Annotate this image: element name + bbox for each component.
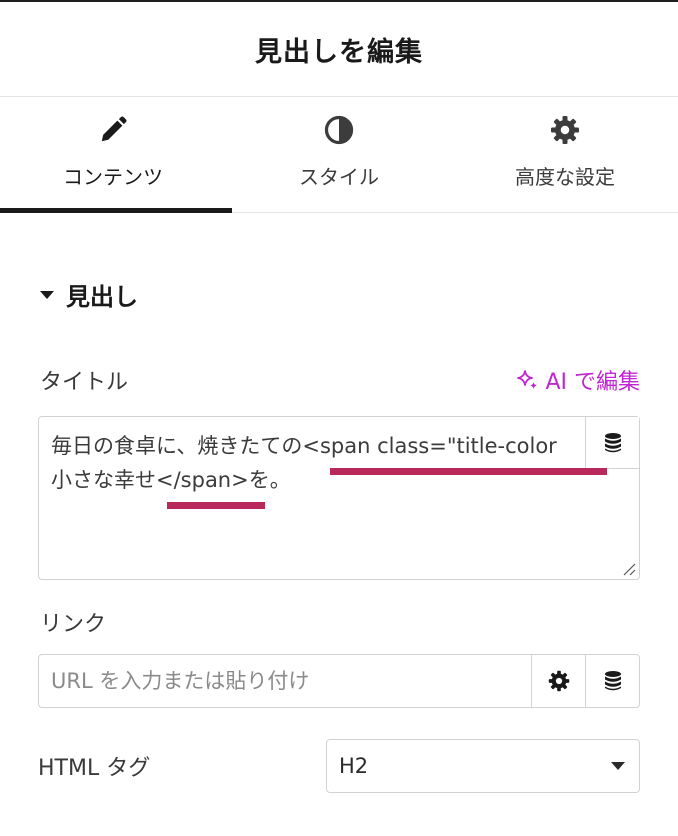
highlight-underline-span-close — [167, 502, 265, 509]
ai-edit-button[interactable]: AI で編集 — [515, 364, 640, 396]
caret-down-icon — [40, 291, 54, 299]
panel-header: 見出しを編集 — [0, 2, 678, 97]
html-tag-value: H2 — [339, 754, 369, 778]
link-field-label: リンク — [40, 612, 107, 637]
dynamic-tags-button[interactable] — [585, 417, 639, 469]
tab-bar: コンテンツ スタイル 高度な設定 — [0, 97, 678, 213]
tab-content[interactable]: コンテンツ — [0, 97, 232, 213]
title-text-line-1: 毎日の食卓に、焼きたての<span class="title-color — [51, 434, 557, 458]
database-icon — [604, 432, 621, 452]
link-dynamic-tags-button[interactable] — [585, 655, 639, 707]
page-title: 見出しを編集 — [255, 36, 423, 68]
html-tag-label: HTML タグ — [38, 756, 151, 781]
ai-edit-label: AI で編集 — [545, 370, 640, 395]
title-text-line-2: 小さな幸せ</span>を。 — [51, 468, 291, 492]
highlight-underline-span-open — [330, 468, 607, 475]
pencil-icon — [101, 116, 127, 142]
section-toggle-heading[interactable]: 見出し — [40, 278, 138, 311]
tab-advanced-label: 高度な設定 — [515, 165, 615, 189]
link-field — [38, 654, 640, 708]
database-icon — [604, 671, 621, 691]
tab-advanced[interactable]: 高度な設定 — [452, 97, 678, 212]
section-title: 見出し — [66, 282, 138, 311]
tab-style[interactable]: スタイル — [226, 97, 452, 212]
sparkle-icon — [517, 370, 538, 389]
chevron-down-icon — [611, 762, 625, 770]
tab-style-label: スタイル — [299, 165, 379, 189]
link-url-input[interactable] — [39, 655, 531, 707]
resize-handle-icon[interactable] — [622, 562, 636, 576]
gear-icon — [551, 116, 579, 144]
html-tag-select[interactable]: H2 — [326, 739, 640, 793]
link-options-button[interactable] — [531, 655, 585, 707]
title-field-label: タイトル — [40, 370, 129, 395]
title-textarea-text[interactable]: 毎日の食卓に、焼きたての<span class="title-color 小さな… — [51, 429, 587, 497]
title-textarea[interactable]: 毎日の食卓に、焼きたての<span class="title-color 小さな… — [38, 416, 640, 580]
half-circle-icon — [324, 115, 354, 145]
gear-icon — [548, 670, 569, 692]
tab-content-label: コンテンツ — [63, 165, 163, 189]
